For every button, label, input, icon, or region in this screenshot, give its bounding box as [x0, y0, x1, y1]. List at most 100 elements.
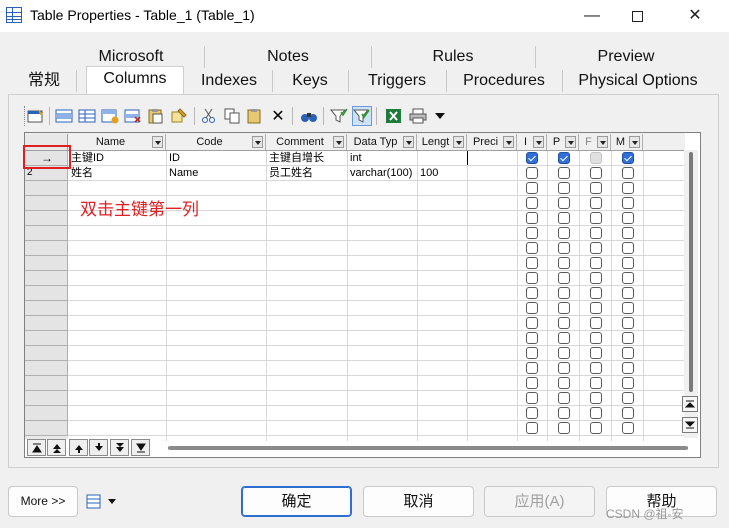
tab-preview[interactable]: Preview: [536, 45, 716, 69]
checkbox-p[interactable]: [558, 407, 570, 419]
checkbox-f[interactable]: [590, 182, 602, 194]
checkbox-f[interactable]: [590, 167, 602, 179]
row-header-cell[interactable]: [25, 241, 68, 256]
checkbox-i[interactable]: [526, 302, 538, 314]
checkbox-f[interactable]: [590, 257, 602, 269]
checkbox-f[interactable]: [590, 152, 602, 164]
properties-icon[interactable]: [26, 106, 46, 126]
row-header-cell[interactable]: [25, 346, 68, 361]
checkbox-p[interactable]: [558, 167, 570, 179]
checkbox-i[interactable]: [526, 377, 538, 389]
cell-name[interactable]: 姓名: [68, 166, 166, 181]
checkbox-p[interactable]: [558, 317, 570, 329]
cell-code[interactable]: Name: [166, 166, 266, 181]
row-header-cell[interactable]: [25, 421, 68, 436]
checkbox-m[interactable]: [622, 152, 634, 164]
checkbox-m[interactable]: [622, 272, 634, 284]
checkbox-p[interactable]: [558, 332, 570, 344]
row-header-cell[interactable]: [25, 256, 68, 271]
row-header-cell[interactable]: [25, 271, 68, 286]
checkbox-i[interactable]: [526, 167, 538, 179]
checkbox-m[interactable]: [622, 422, 634, 434]
delete-rows-icon[interactable]: [123, 106, 143, 126]
move-up-button[interactable]: [69, 439, 88, 456]
cell-precision[interactable]: [467, 166, 517, 181]
checkbox-i[interactable]: [526, 272, 538, 284]
row-header-cell[interactable]: [25, 181, 68, 196]
checkbox-p[interactable]: [558, 287, 570, 299]
paste-clipboard-icon[interactable]: [245, 106, 265, 126]
checkbox-p[interactable]: [558, 392, 570, 404]
checkbox-m[interactable]: [622, 167, 634, 179]
scroll-up-button[interactable]: [682, 396, 698, 412]
vertical-scroll-thumb[interactable]: [689, 152, 693, 392]
chevron-down-icon[interactable]: [565, 136, 576, 148]
checkbox-f[interactable]: [590, 212, 602, 224]
row-header-cell[interactable]: [25, 406, 68, 421]
cell-length[interactable]: 100: [417, 166, 467, 181]
checkbox-m[interactable]: [622, 227, 634, 239]
cell-precision-editing[interactable]: [467, 151, 517, 166]
checkbox-i[interactable]: [526, 347, 538, 359]
checkbox-f[interactable]: [590, 422, 602, 434]
move-page-up-button[interactable]: [47, 439, 66, 456]
row-header-cell[interactable]: [25, 286, 68, 301]
checkbox-p[interactable]: [558, 182, 570, 194]
add-rows-icon[interactable]: [100, 106, 120, 126]
cell-length[interactable]: [417, 151, 467, 166]
cut-icon[interactable]: [199, 106, 219, 126]
col-header-primary[interactable]: P: [547, 134, 579, 150]
col-header-identity[interactable]: I: [517, 134, 547, 150]
minimize-button[interactable]: —: [569, 0, 615, 32]
tab-rules[interactable]: Rules: [372, 45, 534, 69]
cell-code[interactable]: ID: [166, 151, 266, 166]
print-icon[interactable]: [408, 106, 428, 126]
grid-horizontal-scrollbar[interactable]: [152, 446, 688, 452]
checkbox-f[interactable]: [590, 347, 602, 359]
move-down-button[interactable]: [89, 439, 108, 456]
checkbox-i[interactable]: [526, 197, 538, 209]
col-header-precision[interactable]: Preci: [467, 134, 517, 150]
row-header-cell[interactable]: [25, 226, 68, 241]
checkbox-m[interactable]: [622, 362, 634, 374]
row-header-cell[interactable]: [25, 211, 68, 226]
checkbox-m[interactable]: [622, 347, 634, 359]
checkbox-i[interactable]: [526, 152, 538, 164]
columns-grid[interactable]: Name Code Comment Data Typ Lengt Preci I…: [24, 132, 701, 458]
checkbox-i[interactable]: [526, 392, 538, 404]
tab-indexes[interactable]: Indexes: [188, 69, 270, 93]
checkbox-f[interactable]: [590, 197, 602, 209]
checkbox-i[interactable]: [526, 257, 538, 269]
checkbox-m[interactable]: [622, 392, 634, 404]
tab-columns[interactable]: Columns: [86, 66, 184, 94]
checkbox-i[interactable]: [526, 422, 538, 434]
checkbox-f[interactable]: [590, 407, 602, 419]
row-header-cell[interactable]: [25, 301, 68, 316]
checkbox-p[interactable]: [558, 152, 570, 164]
checkbox-f[interactable]: [590, 377, 602, 389]
scroll-down-button[interactable]: [682, 417, 698, 433]
customize-columns-icon[interactable]: [352, 106, 372, 126]
filter-icon[interactable]: [329, 106, 349, 126]
ok-button[interactable]: 确定: [241, 486, 352, 517]
col-header-length[interactable]: Lengt: [417, 134, 467, 150]
chevron-down-icon[interactable]: [503, 136, 514, 148]
checkbox-m[interactable]: [622, 377, 634, 389]
checkbox-f[interactable]: [590, 317, 602, 329]
checkbox-i[interactable]: [526, 227, 538, 239]
checkbox-m[interactable]: [622, 317, 634, 329]
paste-icon[interactable]: [146, 106, 166, 126]
tab-notes[interactable]: Notes: [205, 45, 371, 69]
apply-button[interactable]: 应用(A): [484, 486, 595, 517]
tab-general[interactable]: 常规: [14, 69, 74, 93]
horizontal-scroll-thumb[interactable]: [168, 446, 688, 450]
checkbox-f[interactable]: [590, 242, 602, 254]
close-button[interactable]: ✕: [672, 0, 718, 32]
tab-triggers[interactable]: Triggers: [349, 69, 445, 93]
checkbox-f[interactable]: [590, 392, 602, 404]
col-header-name[interactable]: Name: [68, 134, 166, 150]
checkbox-p[interactable]: [558, 257, 570, 269]
move-page-down-button[interactable]: [110, 439, 129, 456]
checkbox-i[interactable]: [526, 212, 538, 224]
col-header-data-type[interactable]: Data Typ: [347, 134, 417, 150]
